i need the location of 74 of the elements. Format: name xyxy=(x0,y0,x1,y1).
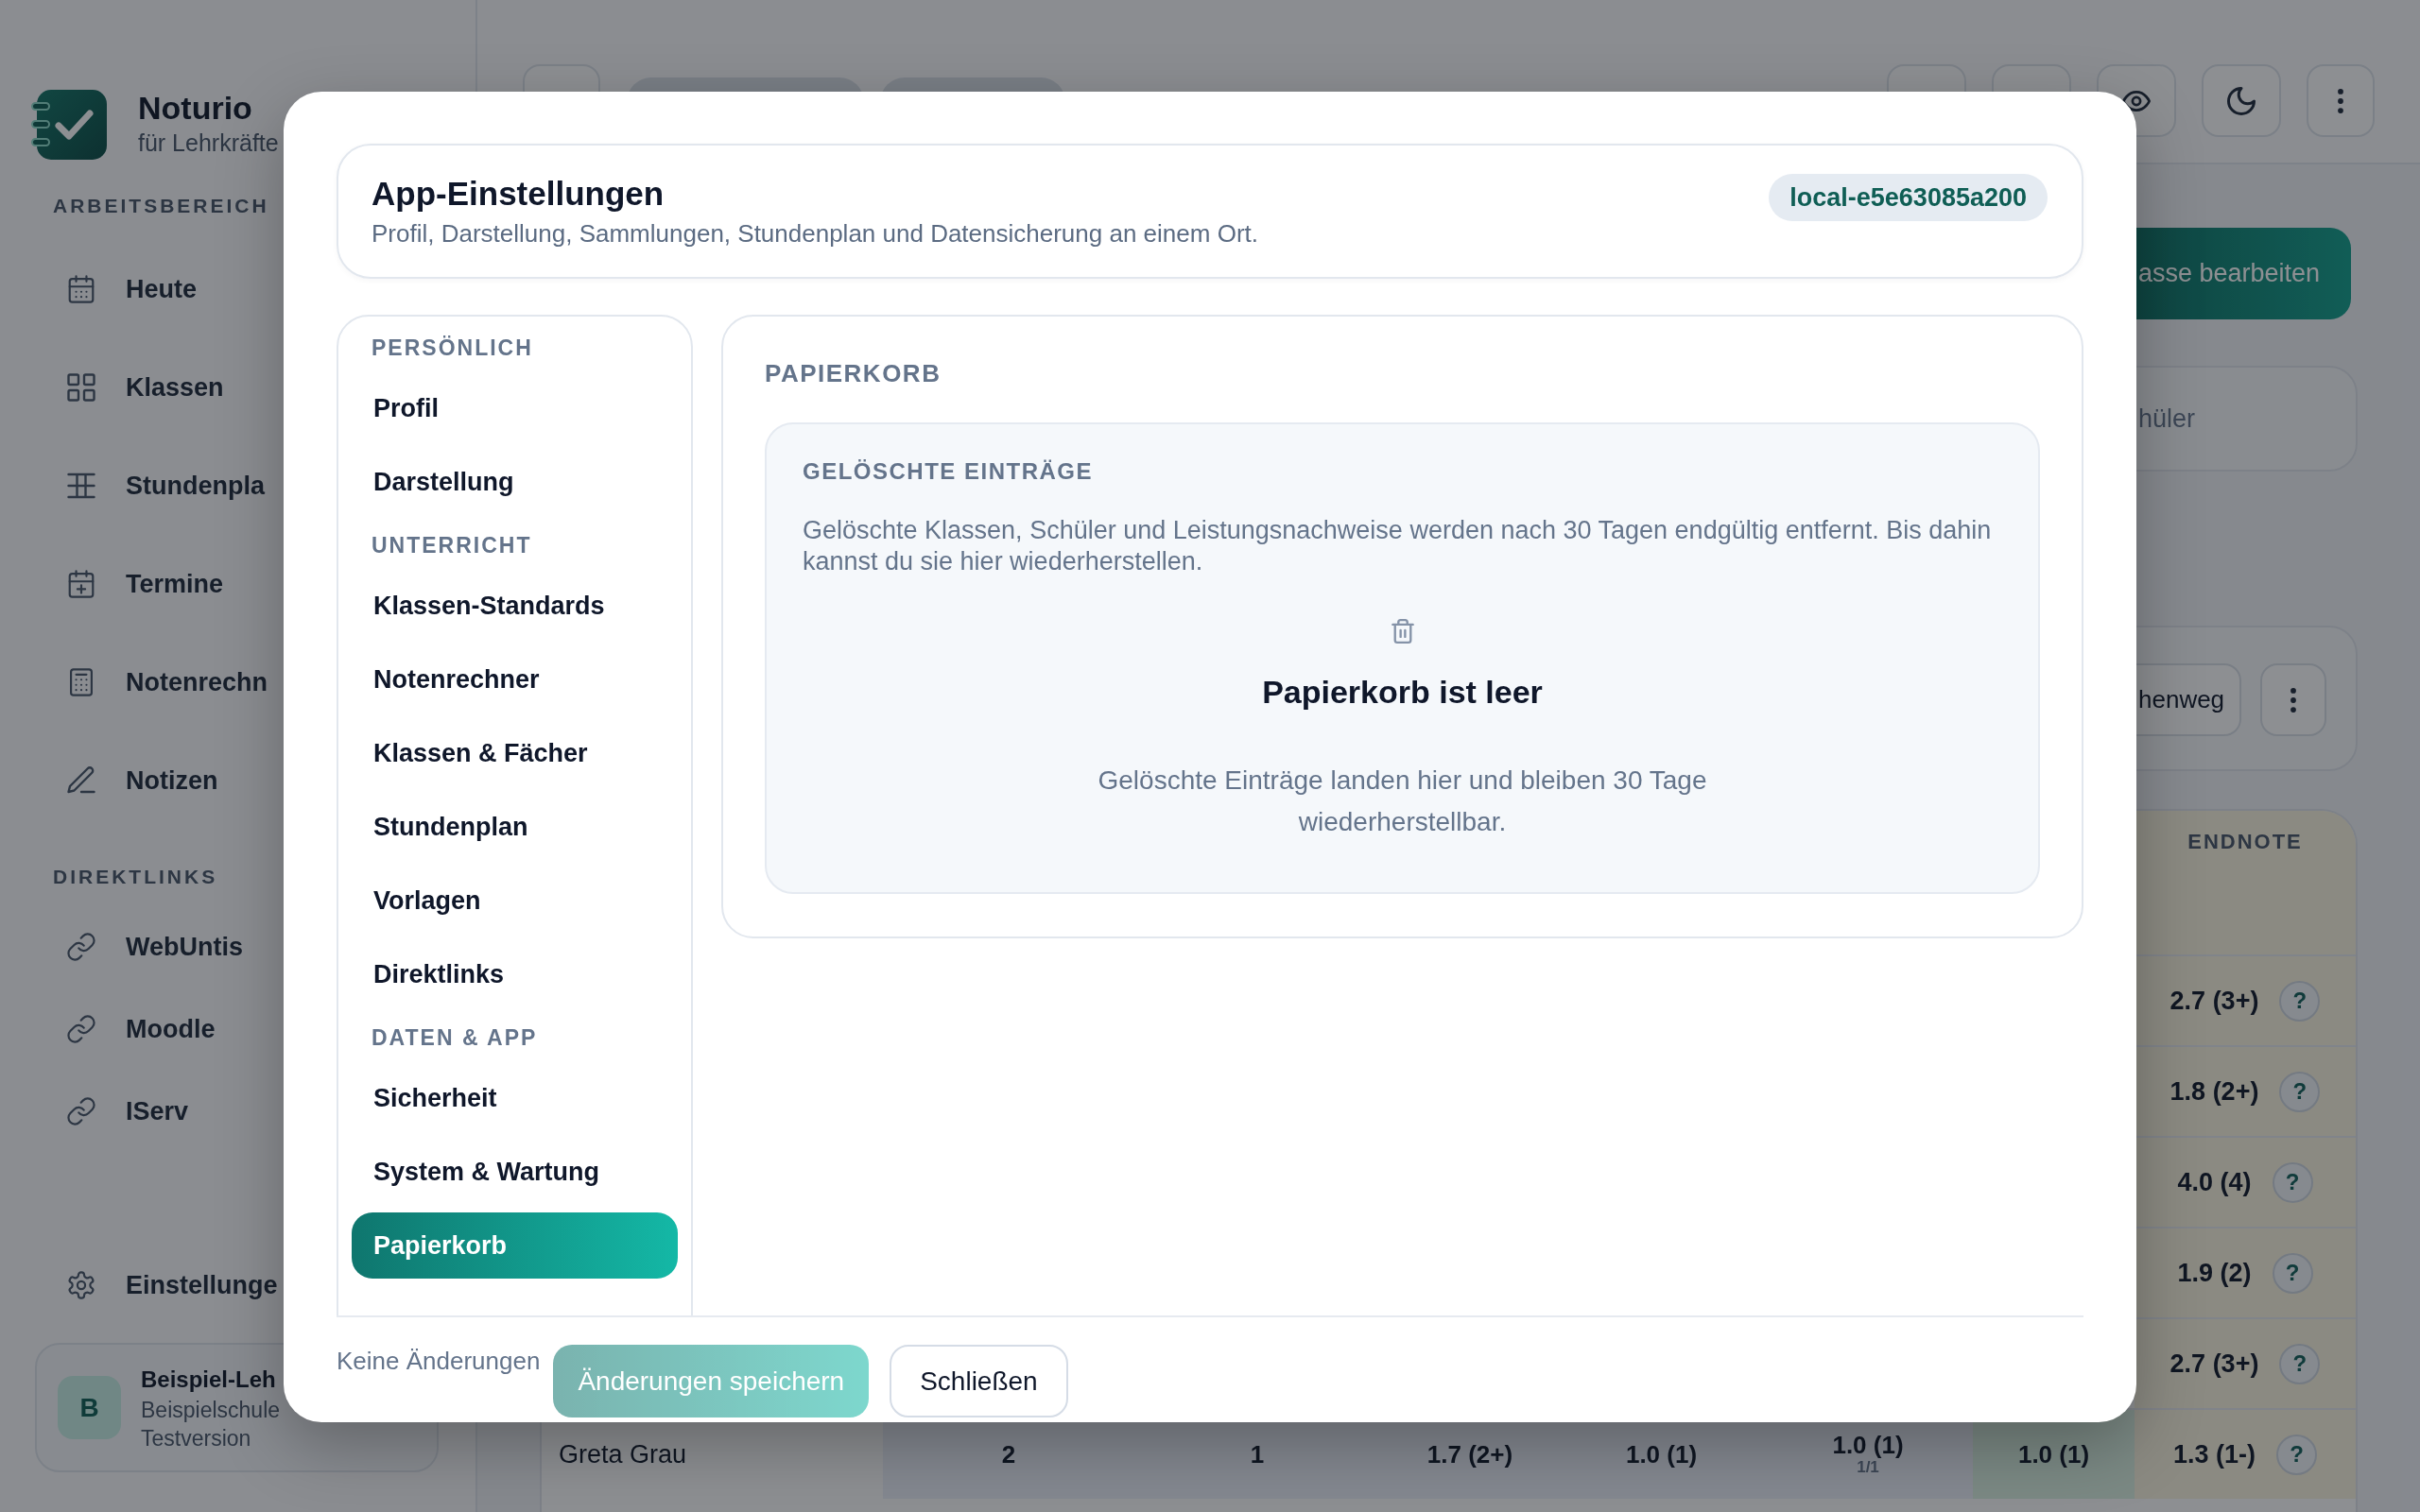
section-label: DIREKTLINKS xyxy=(53,865,218,889)
dialog-subtitle: Profil, Darstellung, Sammlungen, Stundenplan und Datensicherung an einem Ort. xyxy=(372,218,1258,249)
nav-item[interactable]: Papierkorb xyxy=(352,1212,678,1279)
card-label: hüler xyxy=(2138,404,2196,434)
help-button[interactable]: ? xyxy=(2272,1252,2313,1294)
nav-item[interactable]: Direktlinks xyxy=(352,941,678,1007)
grid-icon xyxy=(67,373,95,402)
nav-item[interactable]: System & Wartung xyxy=(352,1139,678,1205)
final-grade: 4.0 (4) xyxy=(2177,1167,2252,1197)
nav-item[interactable]: Notenrechner xyxy=(352,646,678,713)
brand-tagline: für Lehrkräfte xyxy=(138,129,279,158)
help-button[interactable]: ? xyxy=(2276,1434,2317,1475)
nav-item[interactable]: Stundenpla xyxy=(31,446,265,525)
school-name: Beispielschule xyxy=(141,1396,281,1424)
nav-link[interactable]: WebUntis xyxy=(31,914,243,980)
final-grade: 1.9 (2) xyxy=(2177,1258,2252,1288)
nav-link[interactable]: Moodle xyxy=(31,996,216,1062)
final-grade: 2.7 (3+) xyxy=(2169,1349,2259,1379)
eye-icon xyxy=(2122,90,2151,112)
nav-item[interactable]: Notizen xyxy=(31,741,218,820)
account-name: Beispiel-Leh xyxy=(141,1365,276,1394)
calculator-icon xyxy=(67,668,95,696)
help-button[interactable]: ? xyxy=(2272,1161,2313,1203)
more-vertical-icon xyxy=(2338,88,2343,113)
nav-item[interactable]: Heute xyxy=(31,249,197,329)
grade-value: 1.0 (1) xyxy=(1832,1432,1904,1458)
nav-item[interactable]: Klassen xyxy=(31,348,224,427)
section-title: PAPIERKORB xyxy=(765,358,942,389)
nav-link[interactable]: IServ xyxy=(31,1078,189,1144)
nav-item[interactable]: Klassen & Fächer xyxy=(352,720,678,786)
nav-item[interactable]: Klassen-Standards xyxy=(352,573,678,639)
card-title: GELÖSCHTE EINTRÄGE xyxy=(803,457,1094,486)
link-icon xyxy=(67,1015,95,1043)
empty-title: Papierkorb ist leer xyxy=(1262,673,1543,712)
card-text: Gelöschte Klassen, Schüler und Leistungsnachweise werden nach 30 Tagen endgültig entfernt. Bis dahin kannst du sie hier wiederherstellen. xyxy=(803,515,1993,577)
nav-item[interactable]: Notenrechn xyxy=(31,643,268,722)
nav-item[interactable]: Stundenplan xyxy=(352,794,678,860)
nav-section-label: UNTERRICHT xyxy=(371,532,533,559)
help-button[interactable]: ? xyxy=(2279,1343,2321,1384)
nav-section-label: PERSÖNLICH xyxy=(371,335,534,362)
link-icon xyxy=(67,1097,95,1125)
calendar-plus-icon xyxy=(67,570,95,598)
grade-fraction: 1/1 xyxy=(1857,1458,1879,1477)
table-cell-text: Greta Grau xyxy=(558,1438,688,1470)
avatar: B xyxy=(58,1376,121,1439)
final-grade: 1.3 (1-) xyxy=(2173,1439,2256,1469)
timetable-icon xyxy=(67,472,95,500)
settings-icon xyxy=(67,1271,95,1299)
id-badge: local-e5e63085a200 xyxy=(1769,174,2048,221)
nav-item[interactable]: Sicherheit xyxy=(352,1065,678,1131)
moon-icon xyxy=(2227,86,2256,115)
nav-item[interactable]: Termine xyxy=(31,544,224,624)
empty-text: Gelöschte Einträge landen hier und bleiben 30 Tage wiederherstellbar. xyxy=(1097,765,1708,838)
column-header: ENDNOTE xyxy=(2135,811,2356,954)
dialog-title: App-Einstellungen xyxy=(372,174,665,214)
more-vertical-icon xyxy=(2290,687,2296,713)
pen-icon xyxy=(67,766,95,795)
final-grade: 2.7 (3+) xyxy=(2169,986,2259,1016)
logo-icon xyxy=(31,89,107,161)
nav-item[interactable]: Einstellunge xyxy=(31,1252,278,1318)
final-grade: 1.8 (2+) xyxy=(2169,1076,2259,1107)
nav-item[interactable]: Profil xyxy=(352,375,678,441)
nav-item[interactable]: Vorlagen xyxy=(352,868,678,934)
help-button[interactable]: ? xyxy=(2279,980,2321,1022)
nav-section-label: DATEN & APP xyxy=(371,1024,539,1052)
trash-icon xyxy=(1391,619,1414,644)
calendar-icon xyxy=(67,275,95,303)
brand-name: Noturio xyxy=(138,89,253,127)
close-button[interactable]: Schließen xyxy=(890,1345,1068,1418)
link-icon xyxy=(67,933,95,961)
help-button[interactable]: ? xyxy=(2279,1071,2321,1112)
nav-item[interactable]: Darstellung xyxy=(352,449,678,515)
plan-label: Testversion xyxy=(141,1424,251,1452)
section-label: ARBEITSBEREICH xyxy=(53,194,269,218)
